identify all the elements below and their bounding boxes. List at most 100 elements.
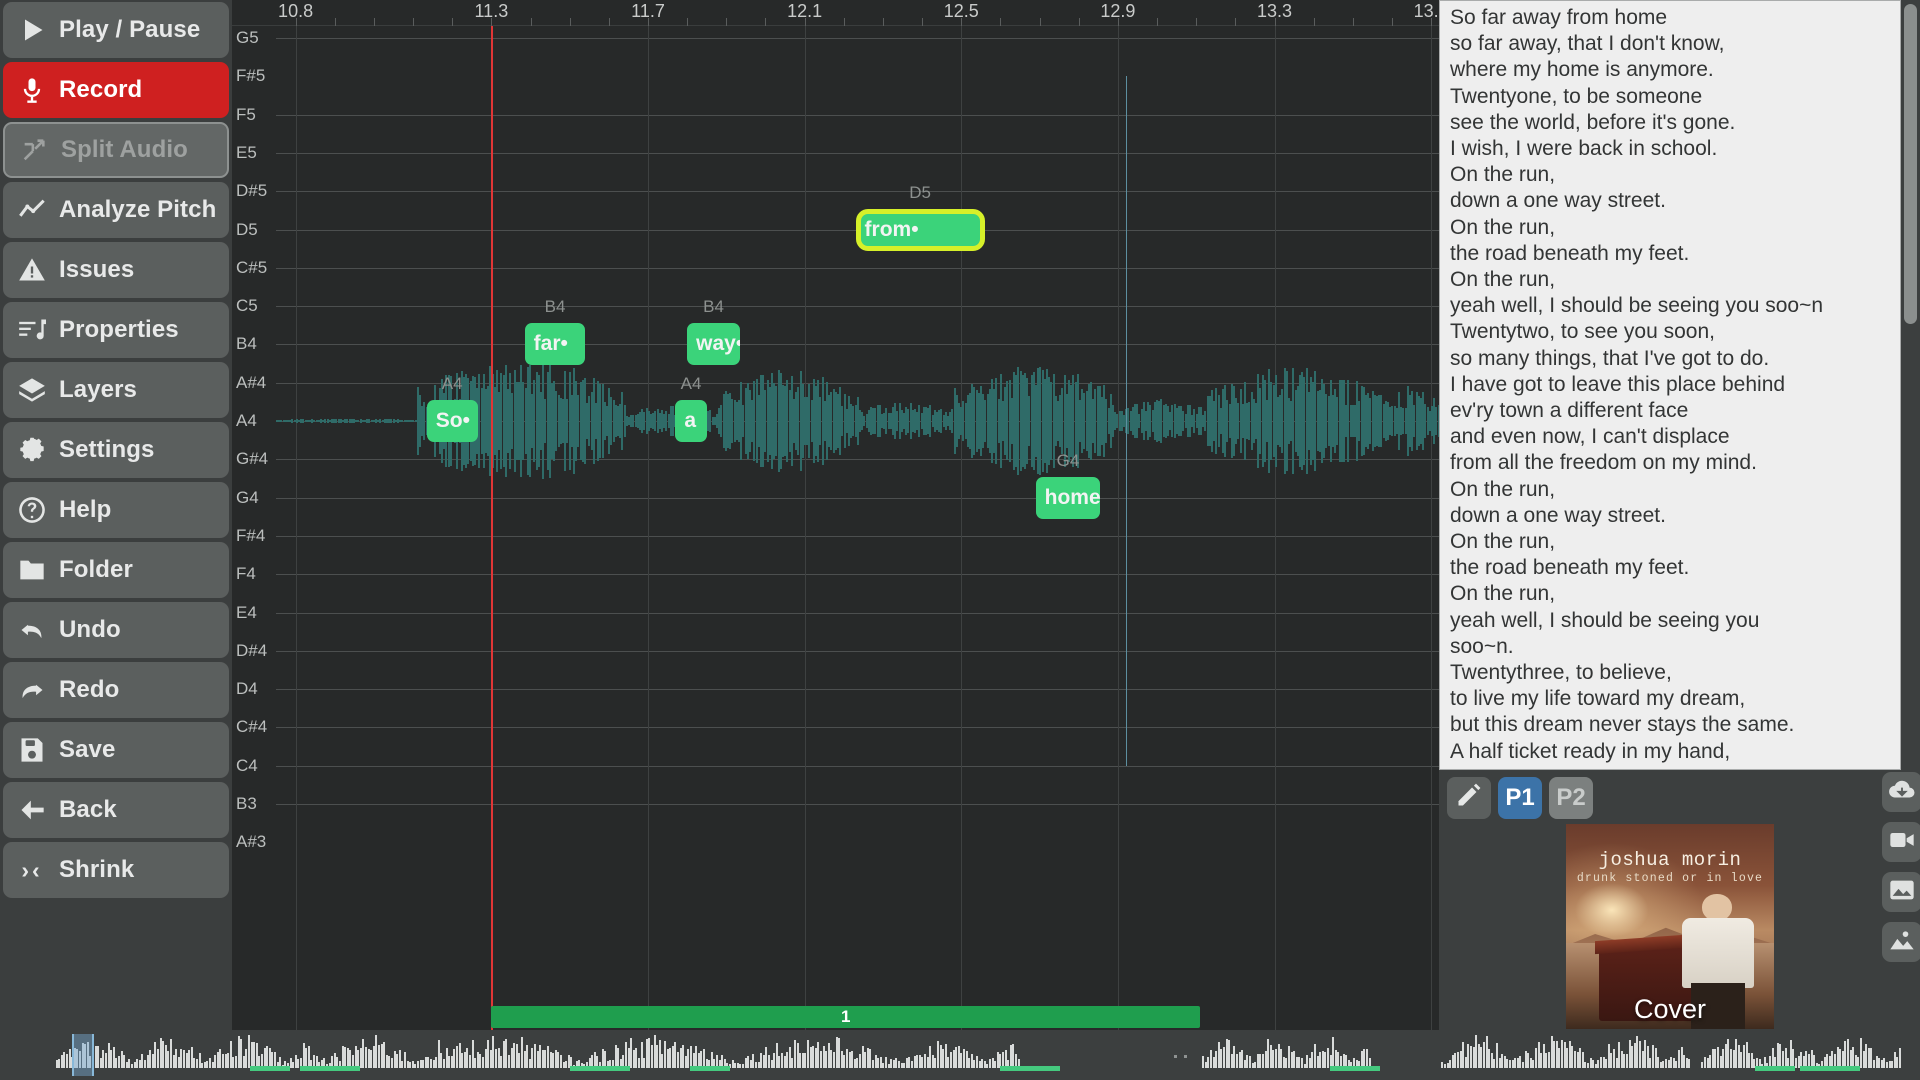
overview-viewport-selection[interactable] xyxy=(72,1034,94,1076)
folder-icon xyxy=(17,555,47,585)
overview-phrase-marker[interactable] xyxy=(300,1066,360,1071)
lyrics-line[interactable]: So far away from home xyxy=(1450,5,1900,31)
lyrics-line[interactable]: On the run, xyxy=(1450,267,1900,293)
sidebar-item-label: Record xyxy=(59,76,143,103)
lyrics-line[interactable]: I wish, I were back in school. xyxy=(1450,136,1900,162)
sidebar-item-shrink[interactable]: ›‹ Shrink xyxy=(3,842,229,898)
lyrics-line[interactable]: yeah well, I should be seeing you soo~n xyxy=(1450,293,1900,319)
video-camera-button[interactable] xyxy=(1882,822,1920,862)
sidebar-item-analyze-pitch[interactable]: Analyze Pitch xyxy=(3,182,229,238)
lyrics-line[interactable]: so far away, that I don't know, xyxy=(1450,31,1900,57)
lyrics-scrollbar-thumb[interactable] xyxy=(1904,4,1917,324)
sidebar-item-record[interactable]: Record xyxy=(3,62,229,118)
sidebar-item-label: Shrink xyxy=(59,856,135,883)
phrase-bar[interactable]: 1 xyxy=(491,1006,1201,1028)
sidebar-item-play-pause[interactable]: Play / Pause xyxy=(3,2,229,58)
lyrics-line[interactable]: On the run, xyxy=(1450,529,1900,555)
lyrics-line[interactable]: the road beneath my feet. xyxy=(1450,555,1900,581)
pitch-note[interactable]: far• xyxy=(524,323,586,366)
cloud-download-button[interactable] xyxy=(1882,772,1920,812)
lyrics-line[interactable]: and even now, I can't displace xyxy=(1450,424,1900,450)
lyrics-line[interactable]: so many things, that I've got to do. xyxy=(1450,346,1900,372)
time-ruler-tick xyxy=(413,18,415,26)
part-button-p2[interactable]: P2 xyxy=(1549,777,1593,819)
lyrics-line[interactable]: I have got to leave this place behind xyxy=(1450,372,1900,398)
pitch-note[interactable]: a xyxy=(675,400,707,442)
album-cover-image[interactable]: joshua morin drunk stoned or in love Cov… xyxy=(1566,824,1774,1029)
pitch-label-F4: F4 xyxy=(236,564,256,584)
overview-waveform-bar xyxy=(1899,1048,1901,1068)
sidebar-item-back[interactable]: Back xyxy=(3,782,229,838)
lyrics-line[interactable]: to live my life toward my dream, xyxy=(1450,686,1900,712)
pitch-editor-canvas[interactable]: 10.811.311.712.112.512.913.313.7 G5 F#5 F5… xyxy=(232,0,1439,1030)
time-ruler-tick xyxy=(1117,18,1119,26)
lyrics-text-panel[interactable]: So far away from home so far away, that I… xyxy=(1439,0,1901,770)
note-pitch-label: B4 xyxy=(544,297,566,317)
sidebar-item-save[interactable]: Save xyxy=(3,722,229,778)
pitch-note[interactable]: home xyxy=(1035,476,1101,519)
part-button-p1[interactable]: P1 xyxy=(1498,777,1542,819)
overview-phrase-marker[interactable] xyxy=(1000,1066,1060,1071)
lyrics-line[interactable]: the road beneath my feet. xyxy=(1450,241,1900,267)
overview-phrase-marker[interactable] xyxy=(1755,1066,1795,1071)
lyrics-line[interactable]: On the run, xyxy=(1450,215,1900,241)
lyrics-line[interactable]: soo~n. xyxy=(1450,634,1900,660)
section-marker[interactable] xyxy=(1125,76,1127,766)
pitch-note[interactable]: So• xyxy=(426,400,478,442)
pitch-editor-app: Play / Pause Record Split Audio Analyze Pit… xyxy=(0,0,1920,1080)
pencil-button[interactable] xyxy=(1447,777,1491,819)
timeline-overview[interactable] xyxy=(0,1030,1920,1080)
time-ruler-tick xyxy=(922,18,924,26)
time-ruler-tick xyxy=(804,18,806,26)
pitch-note[interactable]: from• xyxy=(855,208,985,251)
playhead[interactable] xyxy=(491,26,494,1030)
lyrics-line[interactable]: down a one way street. xyxy=(1450,188,1900,214)
time-ruler[interactable]: 10.811.311.712.112.512.913.313.7 xyxy=(232,0,1439,26)
time-ruler-tick xyxy=(648,18,649,26)
sidebar-item-folder[interactable]: Folder xyxy=(3,542,229,598)
lyrics-line[interactable]: yeah well, I should be seeing you xyxy=(1450,608,1900,634)
time-ruler-tick xyxy=(882,18,884,26)
sidebar-item-properties[interactable]: Properties xyxy=(3,302,229,358)
sidebar-item-settings[interactable]: Settings xyxy=(3,422,229,478)
overview-phrase-marker[interactable] xyxy=(250,1066,290,1071)
overview-phrase-marker[interactable] xyxy=(690,1066,730,1071)
pitch-label-B3: B3 xyxy=(236,794,257,813)
lyrics-line[interactable]: down a one way street. xyxy=(1450,503,1900,529)
lyrics-scrollbar[interactable] xyxy=(1901,0,1920,770)
sidebar-item-undo[interactable]: Undo xyxy=(3,602,229,658)
lyrics-line[interactable]: On the run, xyxy=(1450,477,1900,503)
sidebar-item-issues[interactable]: Issues xyxy=(3,242,229,298)
audio-waveform[interactable] xyxy=(276,26,1439,1030)
lyrics-line[interactable]: see the world, before it's gone. xyxy=(1450,110,1900,136)
lyrics-line[interactable]: but this dream never stays the same. xyxy=(1450,712,1900,738)
sidebar-item-label: Undo xyxy=(59,616,121,643)
lyrics-line[interactable]: Twentyone, to be someone xyxy=(1450,84,1900,110)
sidebar-item-label: Settings xyxy=(59,436,155,463)
image-button[interactable] xyxy=(1882,872,1920,912)
pitch-label-Fsharp5: F#5 xyxy=(236,66,266,86)
time-ruler-tick xyxy=(608,18,610,26)
pitch-note[interactable]: way• xyxy=(687,323,741,366)
lyrics-line[interactable]: from all the freedom on my mind. xyxy=(1450,450,1900,476)
overview-waveform-bar xyxy=(1688,1059,1691,1068)
overview-phrase-marker[interactable] xyxy=(1330,1066,1380,1071)
lyrics-line[interactable]: On the run, xyxy=(1450,581,1900,607)
lyrics-line[interactable]: where my home is anymore. xyxy=(1450,57,1900,83)
overview-phrase-marker[interactable] xyxy=(1800,1066,1860,1071)
sidebar-item-label: Back xyxy=(59,796,117,823)
right-icon-rail xyxy=(1882,772,1920,1030)
cover-artist-name: joshua morin xyxy=(1598,848,1742,871)
overview-phrase-marker[interactable] xyxy=(570,1066,630,1071)
sidebar-item-redo[interactable]: Redo xyxy=(3,662,229,718)
sidebar-item-layers[interactable]: Layers xyxy=(3,362,229,418)
note-lane[interactable]: G5 F#5 F5 E5 D#5 D5 C#5 C5 B4 A#4 A4 G#4 G4 F#4 F4 E4 D#… xyxy=(232,26,1439,1030)
lyrics-line[interactable]: On the run, xyxy=(1450,162,1900,188)
lyrics-line[interactable]: ev'ry town a different face xyxy=(1450,398,1900,424)
lyrics-line[interactable]: Twentythree, to believe, xyxy=(1450,660,1900,686)
sidebar-item-help[interactable]: Help xyxy=(3,482,229,538)
image-sun-icon xyxy=(1888,926,1916,959)
lyrics-line[interactable]: Twentytwo, to see you soon, xyxy=(1450,319,1900,345)
lyrics-line[interactable]: A half ticket ready in my hand, xyxy=(1450,739,1900,765)
image-sun-button[interactable] xyxy=(1882,922,1920,962)
